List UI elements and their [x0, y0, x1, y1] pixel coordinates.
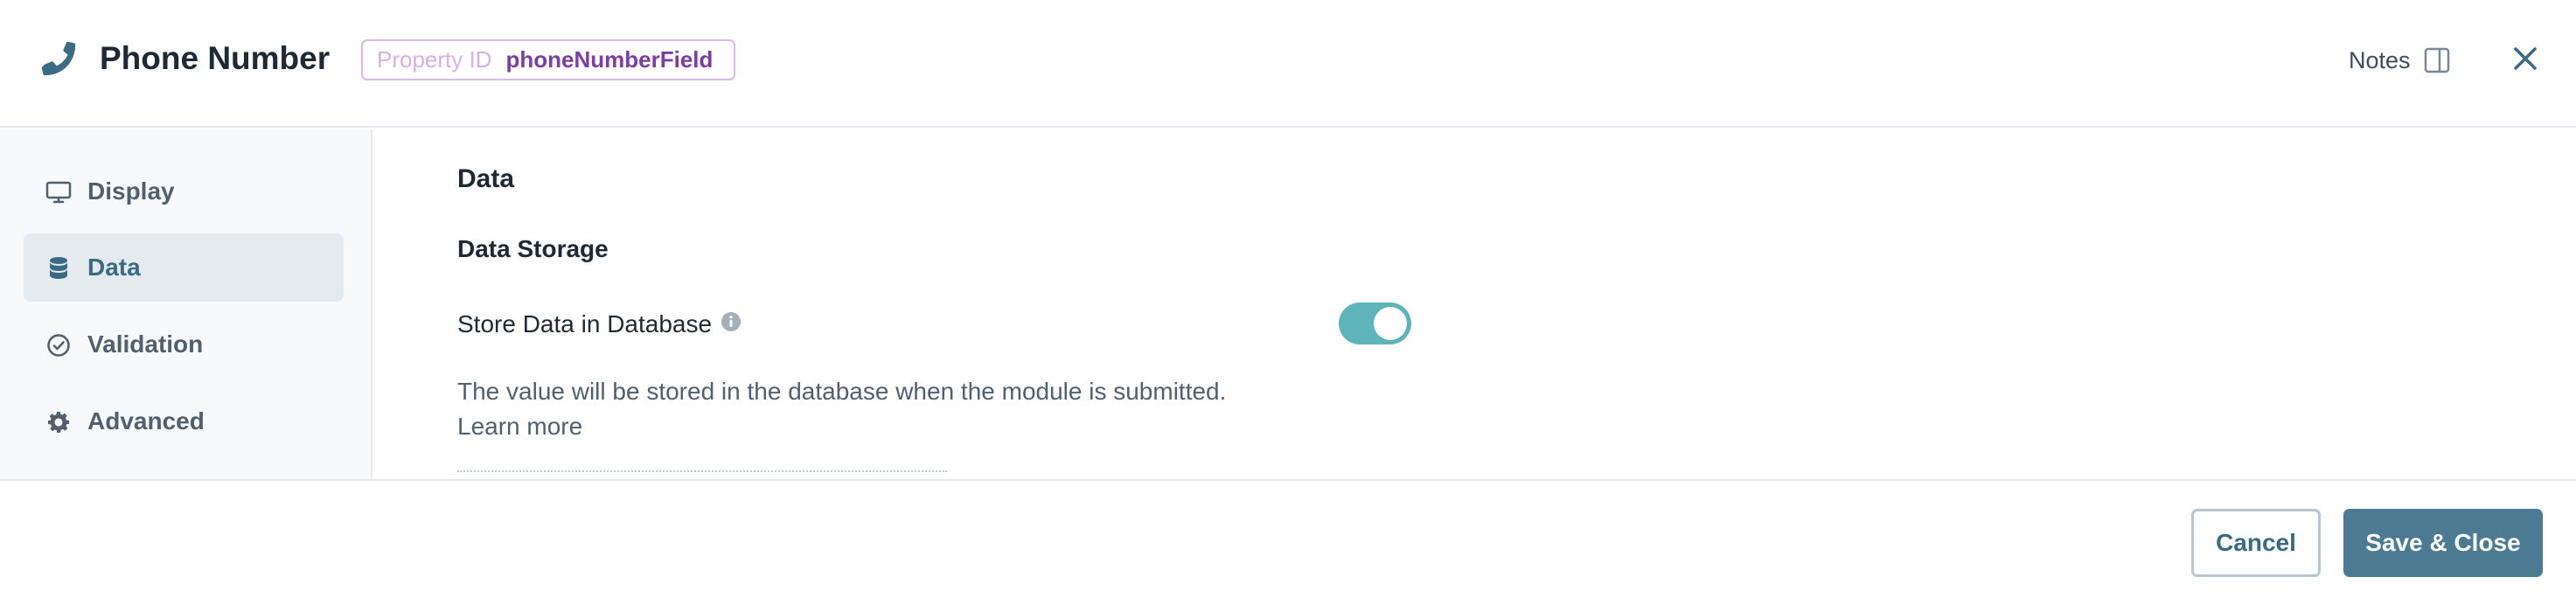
phone-icon [41, 41, 76, 76]
main-panel: Data Data Storage Store Data in Database… [374, 129, 2576, 479]
property-id-label: Property ID [377, 46, 492, 73]
gear-icon [48, 412, 69, 433]
learn-more-link[interactable]: Learn more [457, 409, 582, 444]
check-circle-icon [47, 334, 70, 357]
modal-header: Phone Number Property ID phoneNumberFiel… [0, 0, 2576, 128]
property-id-badge[interactable]: Property ID phoneNumberField [361, 39, 736, 80]
monitor-icon [45, 181, 72, 204]
notes-label[interactable]: Notes [2349, 45, 2411, 75]
property-id-value: phoneNumberField [505, 46, 714, 73]
subsection-title: Data Storage [457, 235, 609, 262]
sidebar-item-data[interactable]: Data [24, 233, 344, 302]
cancel-button[interactable]: Cancel [2191, 509, 2321, 577]
store-data-toggle[interactable] [1339, 302, 1411, 344]
panel-toggle-icon[interactable] [2423, 46, 2451, 74]
sidebar-item-advanced[interactable]: Advanced [24, 387, 344, 455]
page-title: Phone Number [100, 40, 331, 76]
sidebar-item-display[interactable]: Display [24, 157, 344, 226]
info-icon[interactable] [720, 310, 742, 333]
sidebar-item-label: Advanced [87, 407, 205, 435]
sidebar-item-label: Validation [87, 330, 204, 358]
section-title: Data [457, 164, 515, 193]
store-data-label: Store Data in Database [457, 310, 713, 337]
help-text: The value will be stored in the database… [457, 378, 1227, 405]
property-editor-modal: Phone Number Property ID phoneNumberFiel… [0, 0, 2576, 598]
sidebar: Display Data Validation Advanced [0, 129, 372, 479]
close-icon[interactable] [2510, 44, 2540, 73]
sidebar-item-validation[interactable]: Validation [24, 310, 344, 379]
toggle-knob [1374, 307, 1407, 340]
save-close-button[interactable]: Save & Close [2343, 509, 2543, 577]
clipped-content [457, 470, 947, 474]
sidebar-item-label: Data [87, 254, 141, 281]
sidebar-item-label: Display [87, 177, 175, 205]
database-icon [50, 257, 67, 279]
modal-footer: Cancel Save & Close [0, 479, 2576, 598]
